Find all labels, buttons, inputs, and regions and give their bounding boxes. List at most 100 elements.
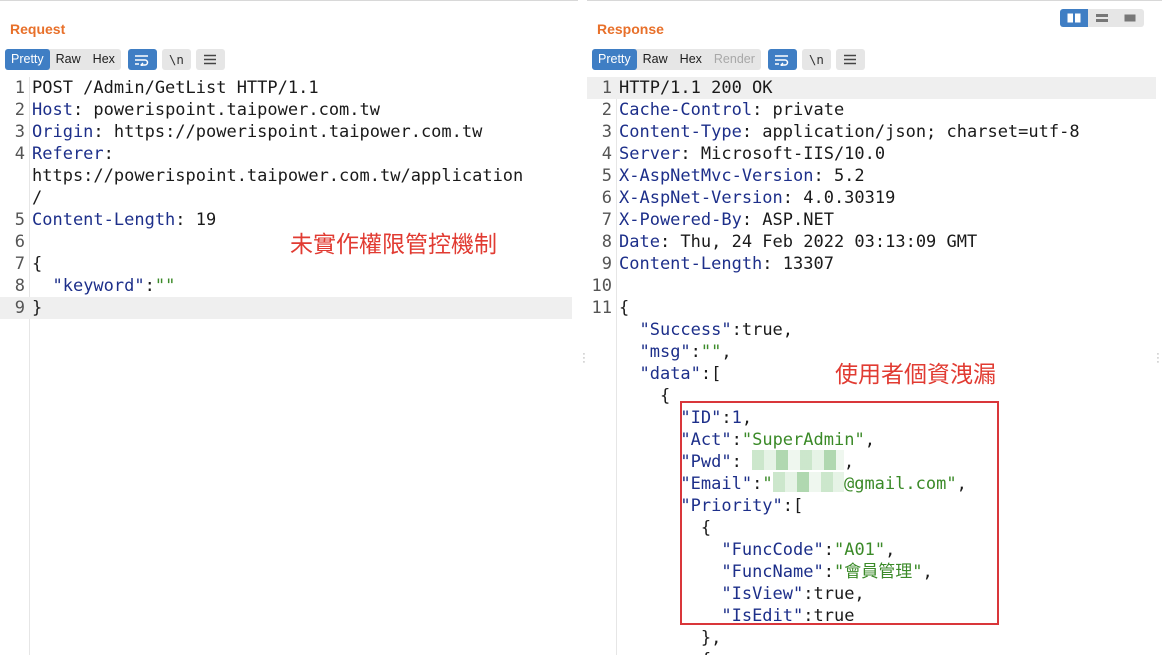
code-token: : private xyxy=(752,100,845,120)
request-annotation: 未實作權限管控機制 xyxy=(290,232,497,258)
line-number: 7 xyxy=(14,254,25,274)
pane-splitter[interactable]: · · · xyxy=(582,349,586,368)
menu-icon[interactable] xyxy=(195,49,225,70)
newline-icon[interactable]: \n xyxy=(161,49,191,70)
response-code-line: 2 Cache-Control: private xyxy=(587,99,1156,121)
code-token: Content-Type xyxy=(619,122,742,142)
request-code-line: 1 POST /Admin/GetList HTTP/1.1 xyxy=(0,77,572,99)
line-number: 9 xyxy=(601,254,612,274)
code-token: : 19 xyxy=(175,210,217,230)
wrap-icon[interactable] xyxy=(767,49,797,70)
code-token: : xyxy=(103,144,114,164)
code-token: X-AspNet-Version xyxy=(619,188,783,208)
request-tab-hex[interactable]: Hex xyxy=(87,49,121,70)
line-code: Server: Microsoft-IIS/10.0 xyxy=(619,143,885,165)
response-tab-render[interactable]: Render xyxy=(708,49,761,70)
layout-stacked-icon[interactable] xyxy=(1088,9,1116,27)
layout-tabs-icon[interactable] xyxy=(1116,9,1144,27)
line-code: "keyword":"" xyxy=(32,275,175,297)
line-code: }, xyxy=(619,627,721,649)
newline-label: \n xyxy=(168,52,184,67)
code-token: , xyxy=(721,342,732,362)
request-tab-pretty[interactable]: Pretty xyxy=(5,49,50,70)
request-code-line: https://powerispoint.taipower.com.tw/app… xyxy=(0,165,572,187)
response-code-line: 3 Content-Type: application/json; charset… xyxy=(587,121,1156,143)
wrap-icon[interactable] xyxy=(127,49,157,70)
menu-icon[interactable] xyxy=(835,49,865,70)
line-number: 5 xyxy=(14,210,25,230)
request-view-tabs: Pretty Raw Hex xyxy=(5,49,121,70)
response-pane: Response Pretty Raw Hex Render \n 1 HTTP… xyxy=(587,0,1162,655)
code-token: : ASP.NET xyxy=(741,210,834,230)
code-token: Date xyxy=(619,232,660,252)
line-number: 2 xyxy=(601,100,612,120)
code-token: "" xyxy=(700,342,722,362)
request-code-line: 8 "keyword":"" xyxy=(0,275,572,297)
code-token: Referer xyxy=(32,144,104,164)
code-token: : Thu, 24 Feb 2022 03:13:09 GMT xyxy=(659,232,978,252)
line-code: Content-Length: 13307 xyxy=(619,253,834,275)
line-number: 9 xyxy=(14,298,25,318)
code-token: : xyxy=(144,276,155,296)
newline-icon[interactable]: \n xyxy=(801,49,831,70)
code-token: } xyxy=(32,298,43,318)
line-code: Origin: https://powerispoint.taipower.co… xyxy=(32,121,482,143)
request-title: Request xyxy=(10,21,66,37)
response-tab-pretty[interactable]: Pretty xyxy=(592,49,637,70)
code-token: : https://powerispoint.taipower.com.tw xyxy=(93,122,483,142)
line-number: 3 xyxy=(14,122,25,142)
code-token: "data" xyxy=(639,364,701,384)
line-number: 5 xyxy=(601,166,612,186)
line-code: { xyxy=(32,253,42,275)
response-tab-hex[interactable]: Hex xyxy=(674,49,708,70)
code-token: "msg" xyxy=(639,342,691,362)
line-code: { xyxy=(619,297,629,319)
line-number: 4 xyxy=(14,144,25,164)
code-token: Origin xyxy=(32,122,94,142)
layout-side-by-side-icon[interactable] xyxy=(1060,9,1088,27)
response-code-line: 7 X-Powered-By: ASP.NET xyxy=(587,209,1156,231)
request-toolbar: Pretty Raw Hex \n xyxy=(5,49,225,70)
response-code-line: 5 X-AspNetMvc-Version: 5.2 xyxy=(587,165,1156,187)
line-code: HTTP/1.1 200 OK xyxy=(619,77,773,99)
request-code-line: 2 Host: powerispoint.taipower.com.tw xyxy=(0,99,572,121)
response-title: Response xyxy=(597,21,664,37)
request-editor[interactable]: 1 POST /Admin/GetList HTTP/1.1 2 Host: powe… xyxy=(0,77,578,655)
code-token: : xyxy=(690,342,701,362)
line-code: { xyxy=(619,385,670,407)
request-code-line: / xyxy=(0,187,572,209)
code-token: "keyword" xyxy=(52,276,145,296)
layout-toggle xyxy=(1060,9,1144,27)
code-token: { xyxy=(619,650,711,655)
line-number: 10 xyxy=(591,276,612,296)
response-code-line: "Success":true, xyxy=(587,319,1156,341)
code-token: :[ xyxy=(700,364,722,384)
code-token: : Microsoft-IIS/10.0 xyxy=(680,144,886,164)
right-edge-handle[interactable]: · · · xyxy=(1156,349,1160,368)
sensitive-data-highlight-box xyxy=(680,401,999,625)
line-code: Referer: xyxy=(32,143,114,165)
response-code-line: }, xyxy=(587,627,1156,649)
code-token: "" xyxy=(154,276,176,296)
request-code-line: 4 Referer: xyxy=(0,143,572,165)
response-tab-raw[interactable]: Raw xyxy=(637,49,674,70)
response-code-line: 8 Date: Thu, 24 Feb 2022 03:13:09 GMT xyxy=(587,231,1156,253)
line-code: https://powerispoint.taipower.com.tw/app… xyxy=(32,165,523,187)
line-code: Content-Length: 19 xyxy=(32,209,216,231)
code-token: { xyxy=(619,386,671,406)
response-code-line: 1 HTTP/1.1 200 OK xyxy=(587,77,1156,99)
code-token: : application/json; charset=utf-8 xyxy=(741,122,1080,142)
line-code: X-AspNet-Version: 4.0.30319 xyxy=(619,187,895,209)
line-number: 8 xyxy=(601,232,612,252)
line-number: 2 xyxy=(14,100,25,120)
code-token: :true, xyxy=(731,320,794,340)
code-token: X-AspNetMvc-Version xyxy=(619,166,814,186)
request-tab-raw[interactable]: Raw xyxy=(50,49,87,70)
line-number: 3 xyxy=(601,122,612,142)
